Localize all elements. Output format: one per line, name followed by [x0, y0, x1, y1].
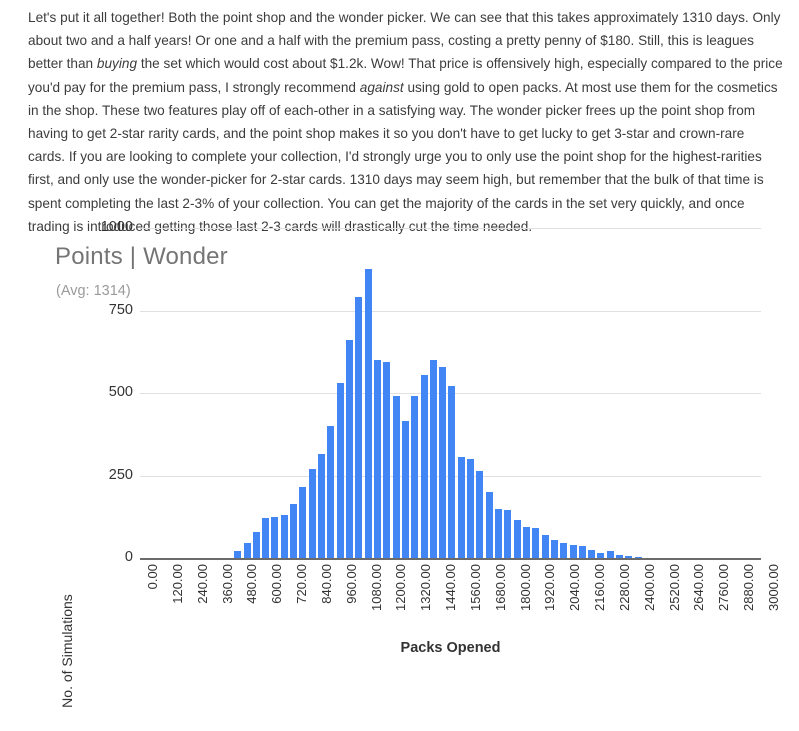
- bar: [345, 340, 353, 558]
- bar: [392, 396, 400, 558]
- bar: [364, 268, 372, 558]
- bar-series: [140, 228, 761, 560]
- bar: [439, 366, 447, 558]
- bar: [280, 515, 288, 558]
- bar: [550, 539, 558, 558]
- x-tick-label: 1320.00: [418, 564, 434, 611]
- bar: [308, 468, 316, 558]
- x-tick-label: 1560.00: [467, 564, 483, 611]
- bar: [588, 549, 596, 558]
- x-tick-label: 480.00: [244, 564, 260, 604]
- x-tick-label: 1920.00: [542, 564, 558, 611]
- x-tick-label: 240.00: [194, 564, 210, 604]
- bar: [495, 508, 503, 558]
- bar: [299, 487, 307, 558]
- bar: [578, 546, 586, 558]
- bar: [625, 556, 633, 558]
- x-tick-label: 1200.00: [393, 564, 409, 611]
- bar: [634, 557, 642, 558]
- article-text-block: Let's put it all together! Both the poin…: [28, 0, 784, 238]
- y-tick-label: 250: [108, 466, 133, 483]
- bar: [271, 516, 279, 558]
- x-tick-label: 2160.00: [592, 564, 608, 611]
- bar: [457, 457, 465, 558]
- bar: [560, 543, 568, 558]
- x-tick-label: 1440.00: [443, 564, 459, 611]
- x-tick-label: 2520.00: [666, 564, 682, 611]
- bar: [485, 492, 493, 558]
- y-axis-ticks: 1000 750 500 250 0: [77, 219, 133, 689]
- bar: [234, 551, 242, 558]
- x-tick-label: 1680.00: [492, 564, 508, 611]
- x-tick-label: 600.00: [269, 564, 285, 604]
- bar: [383, 361, 391, 558]
- bar: [513, 520, 521, 558]
- x-tick-label: 1800.00: [517, 564, 533, 611]
- x-tick-label: 1080.00: [368, 564, 384, 611]
- x-tick-label: 3000.00: [766, 564, 781, 611]
- bar: [504, 510, 512, 558]
- y-tick-label: 1000: [100, 219, 133, 235]
- y-axis-label: No. of Simulations: [59, 594, 75, 708]
- bar: [327, 426, 335, 558]
- bar: [522, 526, 530, 558]
- bar: [411, 396, 419, 558]
- x-tick-label: 120.00: [169, 564, 185, 604]
- bar: [467, 459, 475, 558]
- bar: [616, 554, 624, 558]
- bar: [448, 386, 456, 558]
- bar: [532, 528, 540, 558]
- x-tick-label: 2880.00: [741, 564, 757, 611]
- bar: [476, 470, 484, 558]
- plot-area: No. of Simulations 1000 750 500 250 0 0.00 12…: [0, 219, 799, 708]
- bar: [252, 531, 260, 558]
- x-tick-label: 2400.00: [641, 564, 657, 611]
- y-tick-label: 500: [108, 384, 133, 400]
- x-tick-label: 840.00: [318, 564, 334, 604]
- bar: [336, 383, 344, 558]
- bar: [541, 534, 549, 558]
- bar: [420, 374, 428, 558]
- bar: [290, 503, 298, 558]
- article-paragraph: Let's put it all together! Both the poin…: [28, 10, 783, 234]
- x-tick-label: 2760.00: [716, 564, 732, 611]
- bar: [569, 544, 577, 558]
- y-tick-label: 0: [124, 549, 133, 565]
- y-tick-label: 750: [108, 301, 133, 318]
- bar: [318, 454, 326, 558]
- x-tick-label: 720.00: [294, 564, 310, 604]
- bar: [373, 360, 381, 558]
- bar: [597, 553, 605, 558]
- bar: [401, 421, 409, 558]
- x-tick-label: 2280.00: [616, 564, 632, 611]
- x-tick-label: 0.00: [145, 564, 160, 590]
- x-axis-label: Packs Opened: [400, 640, 501, 656]
- bar: [243, 543, 251, 558]
- x-tick-label: 2640.00: [691, 564, 707, 611]
- histogram-chart: Points | Wonder (Avg: 1314) No. of Simul…: [0, 219, 799, 708]
- bar: [606, 551, 614, 558]
- x-tick-label: 360.00: [219, 564, 235, 604]
- bar: [262, 518, 270, 558]
- bar: [355, 297, 363, 558]
- x-tick-label: 960.00: [343, 564, 359, 604]
- x-tick-label: 2040.00: [567, 564, 583, 611]
- bar: [429, 360, 437, 558]
